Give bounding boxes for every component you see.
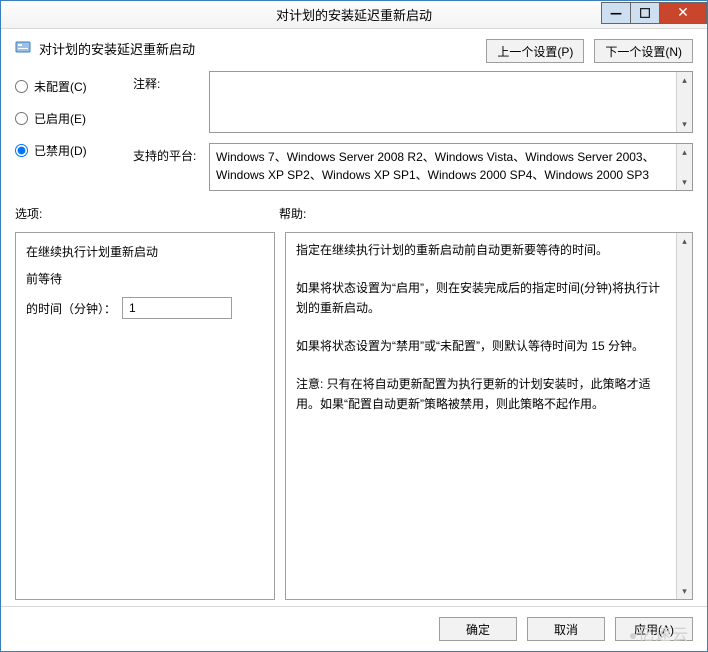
close-button[interactable]: ✕ — [659, 2, 707, 24]
options-box: 在继续执行计划重新启动 前等待 的时间（分钟）： ▴ ▾ — [15, 232, 275, 600]
apply-button[interactable]: 应用(A) — [615, 617, 693, 641]
radio-not-configured[interactable] — [15, 80, 28, 93]
scroll-track[interactable] — [677, 249, 692, 583]
help-text: 指定在继续执行计划的重新启动前自动更新要等待的时间。 如果将状态设置为“启用”，… — [286, 233, 676, 599]
scroll-up-icon[interactable]: ▴ — [677, 144, 692, 160]
radio-disabled-label[interactable]: 已禁用(D) — [34, 142, 87, 159]
minutes-label: 的时间（分钟）： — [26, 300, 116, 317]
minutes-input[interactable] — [123, 298, 290, 318]
window-controls: — ✕ — [602, 2, 707, 24]
help-p3: 如果将状态设置为“禁用”或“未配置”，则默认等待时间为 15 分钟。 — [296, 337, 666, 356]
options-label: 选项: — [15, 205, 279, 222]
minutes-row: 的时间（分钟）： ▴ ▾ — [26, 297, 264, 319]
header: 对计划的安装延迟重新启动 上一个设置(P) 下一个设置(N) — [1, 29, 707, 71]
upper-section: 未配置(C) 已启用(E) 已禁用(D) 注释: ▴ ▾ — [1, 71, 707, 197]
lower-labels: 选项: 帮助: — [1, 197, 707, 226]
platforms-scrollbar[interactable]: ▴ ▾ — [676, 144, 692, 190]
nav-buttons: 上一个设置(P) 下一个设置(N) — [486, 39, 693, 63]
help-box: 指定在继续执行计划的重新启动前自动更新要等待的时间。 如果将状态设置为“启用”，… — [285, 232, 693, 600]
radio-disabled[interactable] — [15, 144, 28, 157]
dialog-window: 对计划的安装延迟重新启动 — ✕ 对计划的安装延迟重新启动 上一个设置(P) 下… — [0, 0, 708, 652]
platforms-box: Windows 7、Windows Server 2008 R2、Windows… — [209, 143, 693, 191]
minimize-button[interactable]: — — [601, 2, 631, 24]
help-label: 帮助: — [279, 205, 693, 222]
cancel-button[interactable]: 取消 — [527, 617, 605, 641]
platforms-text: Windows 7、Windows Server 2008 R2、Windows… — [210, 144, 676, 190]
next-setting-button[interactable]: 下一个设置(N) — [594, 39, 693, 63]
radio-enabled[interactable] — [15, 112, 28, 125]
options-text-line2: 前等待 — [26, 270, 264, 287]
help-p2: 如果将状态设置为“启用”，则在安装完成后的指定时间(分钟)将执行计划的重新启动。 — [296, 279, 666, 317]
dialog-footer: 确定 取消 应用(A) — [1, 606, 707, 651]
scroll-up-icon[interactable]: ▴ — [677, 72, 692, 88]
help-p4: 注意: 只有在将自动更新配置为执行更新的计划安装时，此策略才适用。如果“配置自动… — [296, 375, 666, 413]
policy-title: 对计划的安装延迟重新启动 — [39, 39, 195, 58]
help-p1: 指定在继续执行计划的重新启动前自动更新要等待的时间。 — [296, 241, 666, 260]
policy-icon — [15, 39, 31, 55]
scroll-up-icon[interactable]: ▴ — [677, 233, 692, 249]
platforms-label: 支持的平台: — [133, 143, 201, 164]
previous-setting-button[interactable]: 上一个设置(P) — [486, 39, 584, 63]
maximize-icon — [640, 8, 650, 18]
upper-right: 注释: ▴ ▾ 支持的平台: Windows 7、Windows Server … — [133, 71, 693, 191]
maximize-button[interactable] — [630, 2, 660, 24]
minutes-spinner[interactable]: ▴ ▾ — [122, 297, 232, 319]
radio-not-configured-label[interactable]: 未配置(C) — [34, 78, 87, 95]
comment-label: 注释: — [133, 71, 201, 92]
comment-textarea[interactable]: ▴ ▾ — [209, 71, 693, 133]
ok-button[interactable]: 确定 — [439, 617, 517, 641]
platforms-row: 支持的平台: Windows 7、Windows Server 2008 R2、… — [133, 143, 693, 191]
state-radios: 未配置(C) 已启用(E) 已禁用(D) — [15, 71, 123, 191]
scroll-track[interactable] — [677, 88, 692, 116]
scroll-down-icon[interactable]: ▾ — [677, 583, 692, 599]
titlebar: 对计划的安装延迟重新启动 — ✕ — [1, 1, 707, 29]
scroll-track[interactable] — [677, 160, 692, 174]
scroll-down-icon[interactable]: ▾ — [677, 174, 692, 190]
options-text-line1: 在继续执行计划重新启动 — [26, 243, 264, 260]
comment-text — [210, 72, 676, 132]
scroll-down-icon[interactable]: ▾ — [677, 116, 692, 132]
help-scrollbar[interactable]: ▴ ▾ — [676, 233, 692, 599]
comment-row: 注释: ▴ ▾ — [133, 71, 693, 133]
lower-section: 在继续执行计划重新启动 前等待 的时间（分钟）： ▴ ▾ 指定在继续执行计划的重… — [1, 226, 707, 606]
comment-scrollbar[interactable]: ▴ ▾ — [676, 72, 692, 132]
radio-enabled-label[interactable]: 已启用(E) — [34, 110, 86, 127]
